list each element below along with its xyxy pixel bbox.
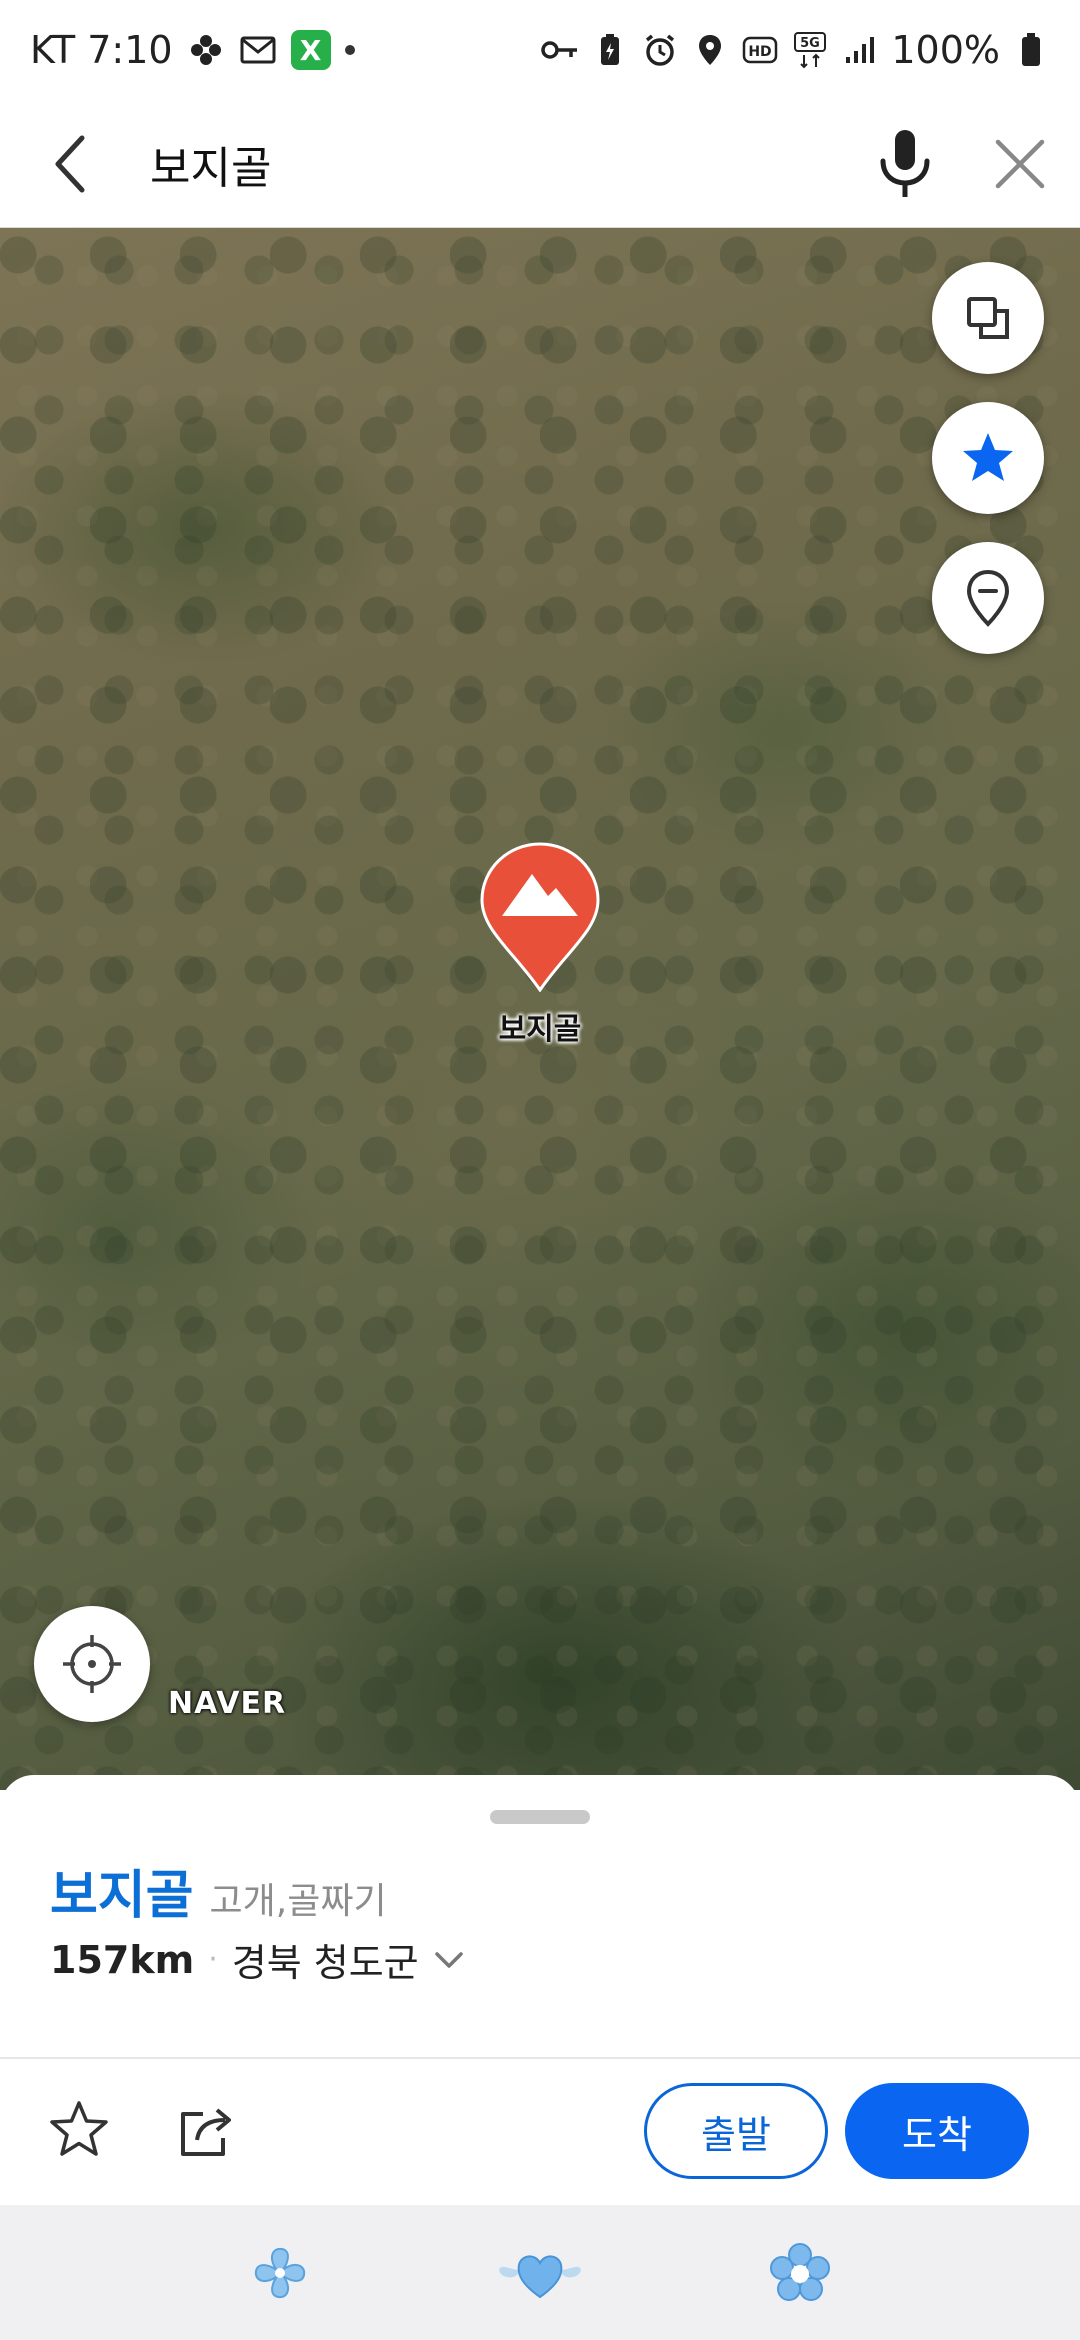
place-marker[interactable]: [480, 842, 600, 993]
nav-recents-button[interactable]: [230, 2223, 330, 2323]
voice-search-button[interactable]: [850, 100, 960, 228]
more-notifications-dot: [344, 45, 355, 55]
app-badge-icon: X: [290, 30, 331, 70]
depart-button[interactable]: 출발: [644, 2083, 828, 2179]
status-bar: KT 7:10 X HD 5G 100%: [0, 0, 1080, 100]
marker-label: 보지골: [498, 1012, 582, 1047]
pinwheel-nav-icon: [254, 2247, 306, 2298]
place-bottom-sheet: 보지골 고개,골짜기 157km · 경북 청도군 출발 도착: [0, 1775, 1080, 2205]
layers-icon: [967, 297, 1009, 339]
satellite-map[interactable]: 보지골 NAVER: [0, 228, 1080, 1790]
map-layers-button[interactable]: [932, 262, 1044, 374]
signal-icon: [841, 31, 879, 69]
heart-wing-icon: [499, 2255, 581, 2298]
marker-pin-shape: [480, 842, 600, 993]
star-icon: [963, 433, 1013, 481]
alarm-icon: [641, 31, 679, 69]
pin-icon: [966, 569, 1010, 627]
place-info-row[interactable]: 157km · 경북 청도군: [50, 1932, 465, 1987]
naver-logo: NAVER: [168, 1686, 287, 1721]
arrive-button[interactable]: 도착: [845, 2083, 1029, 2179]
chevron-down-icon[interactable]: [433, 1949, 465, 1971]
mic-icon: [880, 129, 930, 197]
nav-back-button[interactable]: [750, 2223, 850, 2323]
place-address: 경북 청도군: [231, 1941, 419, 1985]
battery-percent: 100%: [891, 28, 1000, 72]
nav-home-button[interactable]: [490, 2223, 590, 2323]
search-query[interactable]: 보지골: [140, 132, 850, 196]
carrier-time: KT 7:10: [30, 28, 173, 72]
locate-icon: [63, 1635, 121, 1693]
battery-saver-icon: [591, 31, 629, 69]
sheet-divider: [0, 2057, 1080, 2059]
save-place-button[interactable]: [34, 2085, 124, 2175]
back-arrow-icon: [55, 135, 85, 192]
close-icon: [995, 139, 1045, 188]
back-button[interactable]: [0, 100, 140, 228]
search-header: 보지골: [0, 100, 1080, 228]
system-navigation-bar: [0, 2205, 1080, 2340]
battery-icon: [1012, 31, 1050, 69]
share-button[interactable]: [162, 2085, 252, 2175]
share-icon: [181, 2108, 231, 2156]
hd-icon: HD: [741, 31, 779, 69]
sheet-drag-handle[interactable]: [490, 1810, 590, 1824]
clear-search-button[interactable]: [960, 100, 1080, 228]
pinwheel-icon: [187, 31, 225, 69]
key-icon: [541, 31, 579, 69]
pin-button[interactable]: [932, 542, 1044, 654]
5g-icon: 5G: [791, 31, 829, 69]
place-distance: 157km: [50, 1937, 195, 1982]
current-location-button[interactable]: [34, 1606, 150, 1722]
location-icon: [691, 31, 729, 69]
flower-icon: [770, 2242, 830, 2301]
svg-text:HD: HD: [749, 44, 772, 60]
svg-text:5G: 5G: [801, 36, 821, 51]
place-category: 고개,골짜기: [209, 1881, 387, 1922]
star-outline-icon: [50, 2101, 108, 2156]
separator-dot: ·: [208, 1942, 218, 1977]
place-title-row: 보지골 고개,골짜기: [50, 1853, 387, 1928]
place-name[interactable]: 보지골: [50, 1853, 194, 1928]
favorites-button[interactable]: [932, 402, 1044, 514]
mail-icon: [239, 31, 277, 69]
